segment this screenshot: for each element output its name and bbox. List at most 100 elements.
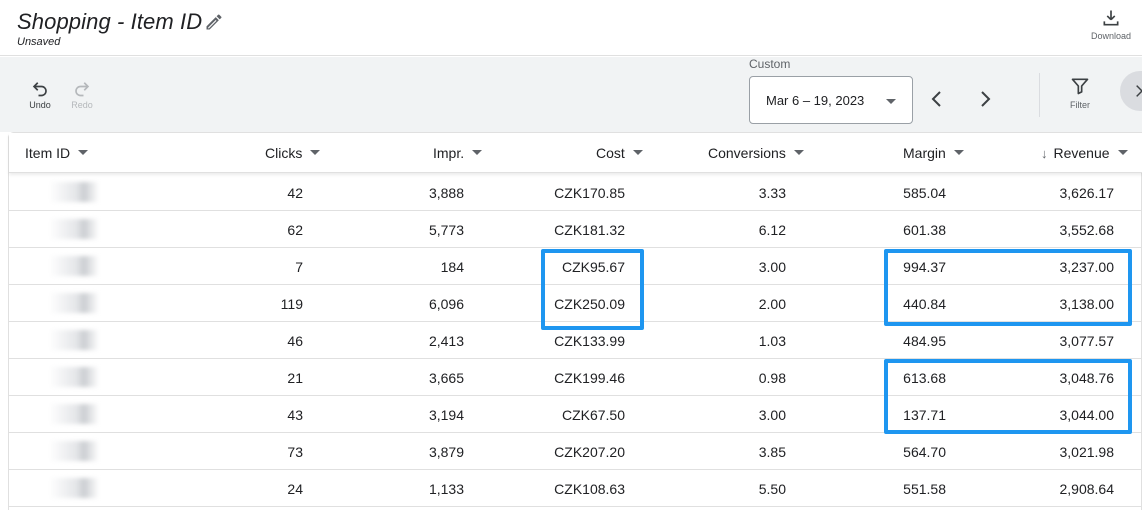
cell-margin: 585.04 xyxy=(903,185,946,201)
cell-impr: 6,096 xyxy=(428,296,464,312)
cell-revenue: 2,908.64 xyxy=(1059,481,1115,497)
date-range-select[interactable]: Mar 6 – 19, 2023 xyxy=(749,76,913,124)
sort-menu-icon xyxy=(78,149,89,155)
cell-margin: 601.38 xyxy=(903,222,946,238)
cell-impr: 3,194 xyxy=(428,407,464,423)
table-row[interactable]: 42 3,888 CZK170.85 3.33 585.04 3,626.17 xyxy=(9,174,1142,211)
item-id-redacted xyxy=(49,330,99,350)
cell-conversions: 3.00 xyxy=(758,259,786,275)
column-header-clicks[interactable]: Clicks xyxy=(265,145,321,161)
sort-menu-icon xyxy=(472,149,483,155)
cell-revenue: 3,021.98 xyxy=(1059,444,1115,460)
cell-revenue: 3,237.00 xyxy=(1059,259,1115,275)
table-row[interactable]: 21 3,665 CZK199.46 0.98 613.68 3,048.76 xyxy=(9,359,1142,396)
collapse-panel-button[interactable] xyxy=(1120,71,1142,111)
report-header: Shopping - Item ID Unsaved Download xyxy=(0,0,1142,56)
redo-button[interactable]: Redo xyxy=(62,79,102,110)
chevron-right-icon xyxy=(981,91,991,107)
cell-clicks: 43 xyxy=(287,407,303,423)
cell-impr: 184 xyxy=(440,259,464,275)
cell-conversions: 0.98 xyxy=(758,370,786,386)
cell-cost: CZK250.09 xyxy=(554,296,625,312)
cell-clicks: 42 xyxy=(287,185,303,201)
cell-margin: 994.37 xyxy=(903,259,946,275)
cell-cost: CZK181.32 xyxy=(554,222,625,238)
cell-impr: 1,133 xyxy=(428,481,464,497)
cell-cost: CZK67.50 xyxy=(561,407,625,423)
cell-clicks: 119 xyxy=(280,296,303,312)
cell-conversions: 6.12 xyxy=(758,222,786,238)
cell-cost: CZK133.99 xyxy=(554,333,625,349)
column-header-conversions[interactable]: Conversions xyxy=(708,145,804,161)
table-row[interactable]: 119 6,096 CZK250.09 2.00 440.84 3,138.00 xyxy=(9,285,1142,322)
column-header-margin[interactable]: Margin xyxy=(903,145,964,161)
cell-conversions: 5.50 xyxy=(758,481,786,497)
cell-revenue: 3,044.00 xyxy=(1059,407,1115,423)
date-type-label: Custom xyxy=(749,57,791,71)
cell-impr: 3,879 xyxy=(428,444,464,460)
column-header-revenue[interactable]: ↓ Revenue xyxy=(1041,145,1128,161)
column-label: Clicks xyxy=(265,145,303,161)
download-label: Download xyxy=(1090,31,1132,41)
table-row[interactable]: 43 3,194 CZK67.50 3.00 137.71 3,044.00 xyxy=(9,396,1142,433)
cell-margin: 613.68 xyxy=(903,370,946,386)
undo-button[interactable]: Undo xyxy=(20,79,60,110)
redo-icon xyxy=(75,82,90,97)
cell-impr: 3,888 xyxy=(428,185,464,201)
cell-clicks: 73 xyxy=(287,444,303,460)
cell-clicks: 21 xyxy=(287,370,303,386)
cell-cost: CZK199.46 xyxy=(554,370,625,386)
column-label: Item ID xyxy=(25,145,71,161)
cell-margin: 551.58 xyxy=(903,481,946,497)
cell-clicks: 46 xyxy=(287,333,303,349)
table-row[interactable]: 46 2,413 CZK133.99 1.03 484.95 3,077.57 xyxy=(9,322,1142,359)
data-table: Item ID Clicks Impr. Cost Conversions Ma… xyxy=(8,132,1142,510)
cell-revenue: 3,048.76 xyxy=(1059,370,1115,386)
cell-revenue: 3,077.57 xyxy=(1059,333,1115,349)
cell-conversions: 2.00 xyxy=(758,296,786,312)
cell-cost: CZK207.20 xyxy=(554,444,625,460)
sort-menu-icon xyxy=(953,149,964,155)
cell-conversions: 3.85 xyxy=(758,444,786,460)
undo-icon xyxy=(32,82,47,97)
item-id-redacted xyxy=(49,256,99,276)
undo-label: Undo xyxy=(29,100,51,110)
table-row[interactable]: 7 184 CZK95.67 3.00 994.37 3,237.00 xyxy=(9,248,1142,285)
sort-menu-icon xyxy=(793,149,804,155)
cell-cost: CZK95.67 xyxy=(561,259,625,275)
cell-margin: 484.95 xyxy=(903,333,946,349)
table-row[interactable]: 24 1,133 CZK108.63 5.50 551.58 2,908.64 xyxy=(9,470,1142,507)
cell-clicks: 24 xyxy=(287,481,303,497)
column-label: Conversions xyxy=(708,145,786,161)
cell-margin: 564.70 xyxy=(903,444,946,460)
cell-margin: 440.84 xyxy=(903,296,946,312)
filter-button[interactable]: Filter xyxy=(1058,76,1102,110)
toolbar: Undo Redo Custom Mar 6 – 19, 2023 Filter xyxy=(0,57,1142,132)
column-label: Impr. xyxy=(433,145,465,161)
table-row[interactable]: 62 5,773 CZK181.32 6.12 601.38 3,552.68 xyxy=(9,211,1142,248)
toolbar-divider xyxy=(1039,73,1040,117)
column-header-cost[interactable]: Cost xyxy=(596,145,643,161)
date-range-value: Mar 6 – 19, 2023 xyxy=(766,93,865,108)
table-row[interactable]: 73 3,879 CZK207.20 3.85 564.70 3,021.98 xyxy=(9,433,1142,470)
redo-label: Redo xyxy=(71,100,93,110)
cell-conversions: 3.00 xyxy=(758,407,786,423)
cell-revenue: 3,552.68 xyxy=(1059,222,1115,238)
filter-label: Filter xyxy=(1070,100,1090,110)
previous-period-button[interactable] xyxy=(925,87,949,111)
unsaved-status: Unsaved xyxy=(17,36,61,48)
report-title: Shopping - Item ID xyxy=(17,9,203,34)
item-id-redacted xyxy=(49,219,99,239)
edit-pencil-icon[interactable] xyxy=(204,12,226,34)
column-header-item-id[interactable]: Item ID xyxy=(25,145,89,161)
filter-icon xyxy=(1071,78,1089,95)
sort-menu-icon xyxy=(1117,149,1128,155)
cell-clicks: 7 xyxy=(295,259,303,275)
cell-impr: 2,413 xyxy=(428,333,464,349)
cell-impr: 3,665 xyxy=(428,370,464,386)
column-header-impr[interactable]: Impr. xyxy=(433,145,483,161)
cell-conversions: 1.03 xyxy=(758,333,786,349)
cell-cost: CZK108.63 xyxy=(554,481,625,497)
download-button[interactable]: Download xyxy=(1086,8,1136,48)
next-period-button[interactable] xyxy=(973,87,997,111)
